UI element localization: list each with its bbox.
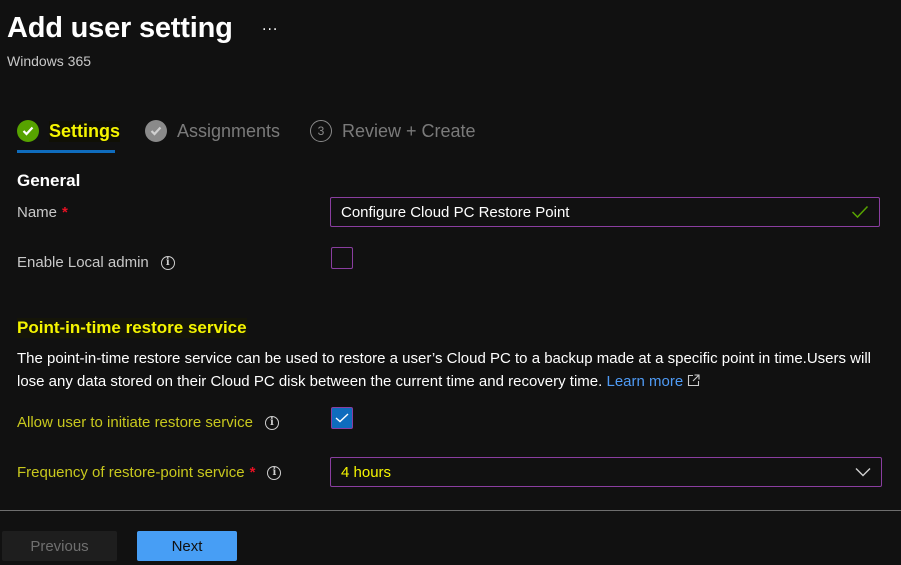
valid-check-icon [851, 205, 869, 219]
tab-settings[interactable]: Settings [17, 118, 121, 144]
tab-assignments-label: Assignments [177, 120, 281, 141]
frequency-dropdown[interactable]: 4 hours [330, 457, 882, 487]
info-icon[interactable]: i [160, 255, 175, 270]
next-button[interactable]: Next [137, 531, 237, 561]
enable-local-admin-checkbox[interactable] [331, 247, 353, 269]
info-icon[interactable]: i [267, 465, 282, 480]
external-link-icon [688, 374, 700, 387]
previous-button[interactable]: Previous [2, 531, 117, 561]
section-title-point-in-time-restore: Point-in-time restore service [17, 318, 247, 338]
tab-review-create[interactable]: 3 Review + Create [310, 118, 476, 144]
step-number-icon: 3 [310, 120, 332, 142]
active-tab-indicator [17, 150, 115, 153]
info-icon[interactable]: i [264, 415, 279, 430]
check-circle-icon [17, 120, 39, 142]
footer-divider [0, 510, 901, 511]
name-input-value: Configure Cloud PC Restore Point [341, 203, 570, 221]
name-label-text: Name [17, 204, 58, 221]
name-label: Name * [17, 204, 68, 221]
chevron-down-icon [855, 468, 871, 477]
allow-restore-label-text: Allow user to initiate restore service [17, 414, 253, 431]
tab-assignments[interactable]: Assignments [145, 118, 280, 144]
tab-settings-label: Settings [49, 120, 121, 142]
check-circle-icon [145, 120, 167, 142]
pitr-description: The point-in-time restore service can be… [17, 347, 877, 393]
enable-local-admin-label: Enable Local admin i [17, 254, 175, 271]
pitr-description-text: The point-in-time restore service can be… [17, 350, 872, 390]
learn-more-link[interactable]: Learn more [606, 373, 700, 390]
frequency-label: Frequency of restore-point service * i [17, 464, 282, 481]
more-options-button[interactable]: ··· [262, 22, 278, 38]
allow-restore-checkbox[interactable] [331, 407, 353, 429]
allow-restore-label: Allow user to initiate restore service i [17, 414, 279, 431]
frequency-label-text: Frequency of restore-point service [17, 464, 245, 481]
checkmark-icon [335, 413, 349, 423]
tab-review-create-label: Review + Create [342, 120, 476, 141]
frequency-selected-value: 4 hours [341, 463, 392, 481]
page-subtitle: Windows 365 [7, 53, 92, 69]
name-input[interactable]: Configure Cloud PC Restore Point [330, 197, 880, 227]
enable-local-admin-label-text: Enable Local admin [17, 254, 149, 271]
section-title-general: General [17, 171, 81, 190]
required-marker: * [249, 464, 256, 481]
page-title: Add user setting [7, 12, 233, 44]
required-marker: * [62, 204, 68, 221]
learn-more-text: Learn more [606, 373, 684, 390]
